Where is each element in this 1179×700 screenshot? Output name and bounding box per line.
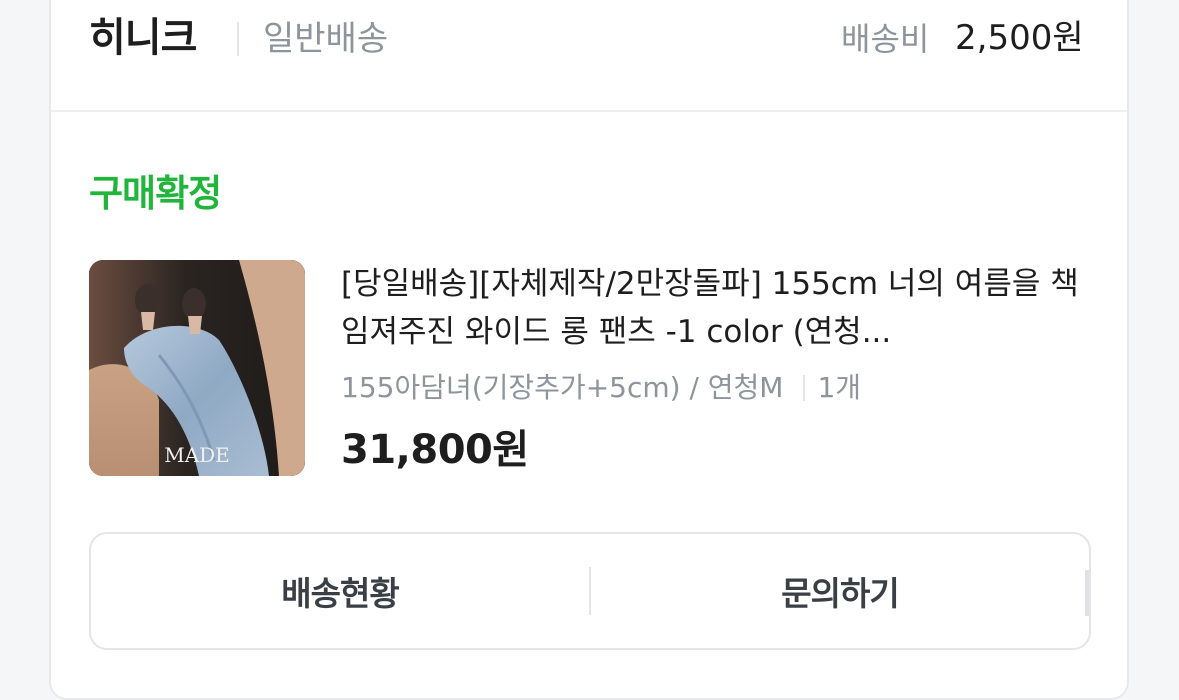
option-divider xyxy=(803,375,806,401)
product-option-row: 155아담녀(기장추가+5cm) / 연청M 1개 xyxy=(341,368,861,408)
track-shipping-button[interactable]: 배송현황 xyxy=(91,534,589,648)
shipping-fee-label: 배송비 xyxy=(841,20,930,58)
inquiry-button[interactable]: 문의하기 xyxy=(591,534,1089,648)
seller-header: 히니크 일반배송 배송비 2,500원 xyxy=(51,2,1127,112)
header-divider xyxy=(237,22,239,56)
product-image: MADE xyxy=(89,260,305,476)
shipping-fee-value: 2,500원 xyxy=(955,18,1084,58)
product-title[interactable]: [당일배송][자체제작/2만장돌파] 155cm 너의 여름을 책임져주진 와이… xyxy=(341,260,1091,356)
product-quantity: 1개 xyxy=(817,371,862,404)
product-price: 31,800원 xyxy=(341,427,529,473)
order-card: 히니크 일반배송 배송비 2,500원 구매확정 MADE [당일배송][자체제… xyxy=(49,0,1129,700)
thumbnail-watermark: MADE xyxy=(164,443,230,467)
overflow-indicator xyxy=(1085,570,1089,616)
seller-name[interactable]: 히니크 xyxy=(89,12,197,64)
product-thumbnail[interactable]: MADE xyxy=(89,260,305,476)
product-option: 155아담녀(기장추가+5cm) / 연청M xyxy=(341,371,784,404)
order-status: 구매확정 xyxy=(89,172,222,215)
order-action-group: 배송현황 문의하기 xyxy=(89,532,1091,650)
shipping-type: 일반배송 xyxy=(263,19,389,59)
